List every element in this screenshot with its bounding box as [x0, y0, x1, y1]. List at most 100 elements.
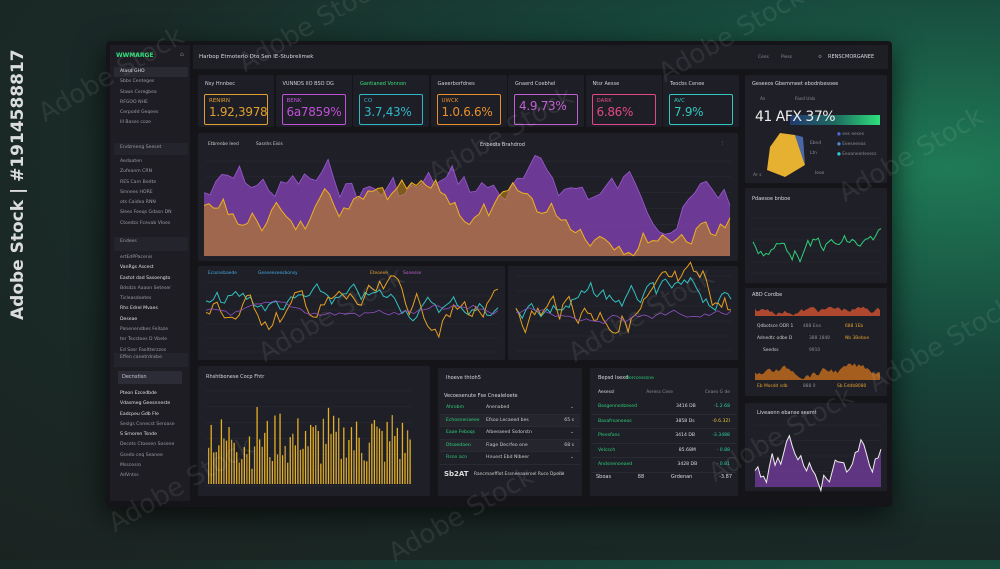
table-row[interactable]: Basafrsaneeos 3858 Ds -0.6.3ZI	[592, 415, 736, 429]
table-row[interactable]: Andsnenoeaed 3428 DB - 0.81	[592, 458, 736, 473]
kpi-value: 4.9,73%	[519, 99, 567, 113]
bar	[322, 418, 325, 484]
sidebar-item[interactable]: Bdsdzs Aaaon Seteser	[114, 284, 188, 294]
header-control[interactable]: Cens	[758, 55, 769, 60]
purple-area-chart	[753, 424, 882, 493]
bar	[253, 446, 256, 484]
top-header: Harbop Etmoterlo Dto Sen IE-Stubrelimek …	[193, 45, 888, 69]
kpi-card[interactable]: Teocbs Cenee AVC 7.9%	[663, 75, 739, 127]
sidebar-item[interactable]: Slees Feeqs Gdasn DN	[114, 208, 188, 218]
bar	[228, 427, 230, 484]
sidebar-item[interactable]: Alasd GHO	[114, 67, 188, 78]
bar	[218, 445, 220, 484]
lock-icon[interactable]: ⌂	[180, 51, 184, 58]
chevron-down-icon[interactable]: ⌄	[570, 402, 574, 414]
kpi-card[interactable]: Gaeerborfdnes UWCK 1.0.6.6%	[430, 75, 507, 127]
sidebar-item[interactable]: Rhs Edrel Mvaes	[114, 304, 188, 314]
bar	[299, 449, 302, 484]
column-header[interactable]: Aesessl	[598, 390, 614, 395]
kpi-card[interactable]: VUNNDS IIO BSO DG BENK 6a7859%	[275, 75, 352, 127]
bar	[236, 452, 238, 484]
section3-header[interactable]: Effen canetrdnsbe	[114, 353, 188, 367]
sidebar-item[interactable]: Ctoedzs Fcevab Vloes	[114, 219, 188, 229]
sidebar-item[interactable]: VanRgs Ascest	[114, 263, 188, 273]
table-row[interactable]: Ahrobm Anenabed ⌄	[440, 402, 580, 415]
sidebar-item[interactable]: Seslgs Cnnecst Seroase	[114, 420, 188, 430]
sidebar-item[interactable]: Ticleasdoetes	[114, 294, 188, 304]
bar	[208, 447, 210, 484]
green-line-panel: Pdaesoe bnboe	[745, 188, 887, 283]
sidebar-item[interactable]: Deseae	[114, 315, 188, 325]
footer-extra[interactable]: CH	[558, 472, 564, 477]
sidebar-item[interactable]: S Srnoren Tsnde	[114, 430, 188, 440]
sidebar-item[interactable]: Zufeanm CRN	[114, 167, 188, 177]
asset-name: Basafrsaneeos	[598, 418, 632, 424]
page-title: Harbop Etmoterlo Dto Sen IE-Stubrelimek	[199, 54, 314, 60]
sidebar-item[interactable]: Eadcpeu Gdb Fle	[114, 410, 188, 420]
bar	[304, 430, 307, 484]
row-value: Efsoo Lecaeed bes	[486, 417, 529, 423]
sidebar-item[interactable]: Msscesro	[114, 461, 188, 471]
kpi-card[interactable]: Gantianed Vonnon CO 3.7,43%	[353, 75, 429, 127]
table-row[interactable]: Echosnenaeee Efsoo Lecaeed bes 65 s	[440, 414, 580, 427]
asset-value: 3428 DB	[677, 462, 698, 467]
kpi-box: 4.9,73%	[514, 94, 578, 125]
chevron-down-icon[interactable]: ⌄	[570, 427, 574, 439]
sidebar-item[interactable]: Ill Bases coze	[114, 118, 188, 128]
sidebar-item[interactable]: Sbbs Centeges	[114, 77, 188, 87]
sidebar-item[interactable]: RFGOO NHE	[114, 98, 188, 108]
section3-input[interactable]: Decnstisn	[118, 371, 182, 384]
sidebar-item[interactable]: Vdasmeg Geesnneste	[114, 399, 188, 409]
chevron-down-icon[interactable]: ⌄	[570, 452, 574, 464]
bar	[338, 417, 340, 484]
table-row[interactable]: Pleesfans 3414 DB -3.3488	[592, 429, 736, 444]
bar	[320, 463, 322, 484]
sidebar-item[interactable]: Decets Ctoesen Sosene	[114, 440, 188, 450]
sidebar-item[interactable]: Aedaaten	[114, 157, 188, 167]
table-row[interactable]: Eaae Feboqs Albeeaeed Ssdorstn ⌄	[440, 427, 580, 440]
column-header[interactable]: Ceaes G de	[705, 390, 730, 395]
legend-item[interactable]: ● ees eeses	[837, 132, 864, 137]
header-control[interactable]: Piess	[781, 55, 792, 60]
sidebar-item[interactable]: ertEdPPacenis	[114, 253, 188, 263]
sidebar-item[interactable]: Slaws Ceregbea	[114, 88, 188, 98]
footer-cell: Sboas	[596, 474, 612, 480]
bar	[353, 450, 355, 484]
sidebar-item[interactable]: Cerpodd Geqees	[114, 108, 188, 118]
sidebar-item[interactable]: Eastot dad Sasoengto	[114, 274, 188, 284]
bar	[246, 454, 248, 484]
table-row[interactable]: Basgennedzesed 3416 DB -1.2.68	[592, 400, 736, 415]
table-row[interactable]: Rsnn acn Hnuest Ebd Nlbeer ⌄	[440, 452, 580, 465]
table-header: Aesessl Aeress Cese Ceaes G de	[592, 390, 736, 395]
brand-logo: WWMARGE	[116, 52, 154, 59]
sidebar-item[interactable]: AdVntss	[114, 471, 188, 481]
user-name[interactable]: RENSCMORGANEE	[828, 54, 874, 60]
sidebar-item[interactable]: Panenendbes Fellaze	[114, 325, 188, 335]
kpi-card[interactable]: Nsy Hnnbec RENIRN 1.92,3978	[198, 75, 274, 127]
legend-item[interactable]: ● Eeeseeeas	[837, 142, 866, 147]
sidebar-item[interactable]: ter Tecstoes D Vbele	[114, 335, 188, 345]
bar	[350, 427, 353, 484]
sidebar-item[interactable]: RES Carn Bedte	[114, 178, 188, 188]
bar	[348, 440, 350, 484]
table-row[interactable]: Dtsoedaen Fiage Decrfeo one 68 s	[440, 439, 580, 452]
settings-icon[interactable]: ⚙	[818, 55, 822, 60]
legend-item[interactable]: ● Eeoaneedesecs	[837, 152, 876, 157]
kpi-card[interactable]: Ntsr Aesse DARK 6.86%	[585, 75, 662, 127]
table-row[interactable]: Velcsch 85.68M - 0.88	[592, 444, 736, 458]
sidebar-item[interactable]: ots Caidea RNN	[114, 198, 188, 208]
sidebar-item[interactable]: Pteon Ezcedbde	[114, 389, 188, 399]
row-value: 388 1848	[809, 336, 830, 341]
orange-series-line	[205, 275, 499, 339]
section1-header[interactable]: Endzmeng Seeset	[114, 143, 188, 155]
section2-header[interactable]: Endees	[114, 237, 188, 251]
heat-strip-chart	[755, 306, 880, 380]
sidebar-item[interactable]: Gsedo ceq Seanee	[114, 451, 188, 461]
bar	[259, 439, 261, 484]
bar	[238, 462, 240, 484]
column-header[interactable]: Aeress Cese	[646, 390, 673, 395]
sidebar: WWMARGE ⌂ Alasd GHO Sbbs Centeges Slaws …	[110, 45, 190, 501]
bar	[225, 440, 228, 484]
sidebar-item[interactable]: Sinnees HORE	[114, 188, 188, 198]
kpi-card[interactable]: Gnaerd Coebhel 4.9,73%	[508, 75, 584, 127]
